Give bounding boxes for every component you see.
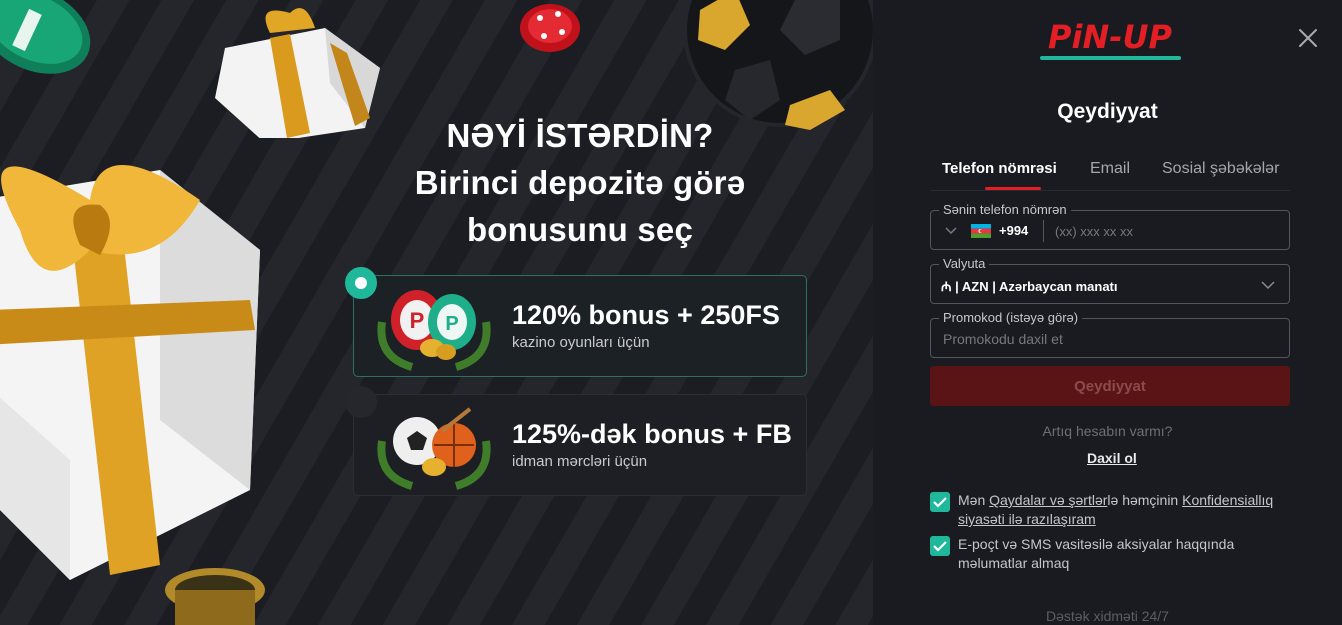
registration-title: Qeydiyyat xyxy=(1057,100,1158,123)
have-account-text: Artıq hesabın varmı? xyxy=(1042,423,1173,439)
tab-social[interactable]: Sosial şəbəkələr xyxy=(1162,160,1279,178)
headline-line-3: bonusunu seç xyxy=(466,211,694,248)
large-gift-image xyxy=(0,165,260,580)
support-text[interactable]: Dəstək xidməti 24/7 xyxy=(873,608,1342,624)
registration-tabs: Telefon nömrəsi Email Sosial şəbəkələr xyxy=(930,148,1290,191)
checkmark-icon xyxy=(933,541,947,552)
active-tab-indicator xyxy=(985,187,1041,190)
green-casino-chip-image xyxy=(0,0,91,74)
azerbaijan-flag-icon[interactable] xyxy=(971,224,991,238)
country-code[interactable]: +994 xyxy=(999,223,1028,238)
pin-up-logo[interactable]: PiN-UP xyxy=(1038,14,1183,62)
sports-bonus-option[interactable]: 125%-dək bonus + FB idman mərcləri üçün xyxy=(345,386,807,496)
casino-bonus-option[interactable]: P P 120% bonus + 250FS kazino oyunları ü… xyxy=(345,267,807,377)
small-gift-image xyxy=(215,8,380,138)
sports-bonus-subtitle: idman mərcləri üçün xyxy=(512,453,648,470)
svg-text:P: P xyxy=(445,313,458,335)
trophy-cup-image xyxy=(165,568,265,625)
red-casino-chip-image xyxy=(520,4,580,52)
headline-line-2: Birinci depozitə görə xyxy=(414,164,746,201)
tab-email[interactable]: Email xyxy=(1090,160,1130,178)
promocode-label: Promokod (istəyə görə) xyxy=(939,310,1083,325)
terms-middle: lə həmçinin xyxy=(1107,492,1183,508)
country-chevron-down-icon[interactable] xyxy=(945,224,957,236)
chevron-down-icon[interactable] xyxy=(1261,279,1275,291)
marketing-consent-text: E-poçt və SMS vasitəsilə aksiyalar haqqı… xyxy=(958,536,1235,571)
registration-panel: PiN-UP Qeydiyyat Telefon nömrəsi Email S… xyxy=(873,0,1342,625)
promocode-input[interactable] xyxy=(941,327,1275,351)
casino-bonus-subtitle: kazino oyunları üçün xyxy=(512,334,650,351)
close-icon[interactable] xyxy=(1296,26,1320,50)
terms-link[interactable]: Qaydalar və şərtlər xyxy=(989,492,1107,508)
terms-checkbox[interactable] xyxy=(930,492,950,512)
svg-text:P: P xyxy=(410,308,425,333)
marketing-checkbox[interactable] xyxy=(930,536,950,556)
soccer-ball-image xyxy=(683,0,873,130)
phone-field: Sənin telefon nömrən +994 xyxy=(930,202,1290,250)
svg-text:PiN-UP: PiN-UP xyxy=(1048,18,1172,56)
phone-input[interactable] xyxy=(1053,219,1277,243)
phone-label: Sənin telefon nömrən xyxy=(939,202,1071,217)
sports-bonus-title: 125%-dək bonus + FB xyxy=(512,419,792,449)
currency-value: ₼ | AZN | Azərbaycan manatı xyxy=(941,279,1118,294)
casino-bonus-title: 120% bonus + 250FS xyxy=(512,300,780,330)
terms-prefix: Mən xyxy=(958,492,990,508)
register-button[interactable]: Qeydiyyat xyxy=(930,366,1290,406)
checkmark-icon xyxy=(933,497,947,508)
promo-headline: NƏYİ İSTƏRDİN? Birinci depozitə görə bon… xyxy=(380,112,780,253)
casino-chips-wreath-icon: P P xyxy=(377,290,491,371)
promocode-field: Promokod (istəyə görə) xyxy=(930,310,1290,358)
currency-select[interactable]: Valyuta ₼ | AZN | Azərbaycan manatı xyxy=(930,256,1290,304)
headline-line-1: NƏYİ İSTƏRDİN? xyxy=(446,117,714,154)
sports-balls-wreath-icon xyxy=(377,407,491,490)
login-link[interactable]: Daxil ol xyxy=(1087,450,1137,466)
promo-area: NƏYİ İSTƏRDİN? Birinci depozitə görə bon… xyxy=(0,0,873,625)
terms-consent-text: Mən Qaydalar və şərtlərlə həmçinin Konfi… xyxy=(958,491,1288,529)
phone-separator xyxy=(1043,220,1044,242)
currency-label: Valyuta xyxy=(939,256,990,271)
tab-phone[interactable]: Telefon nömrəsi xyxy=(942,160,1057,177)
